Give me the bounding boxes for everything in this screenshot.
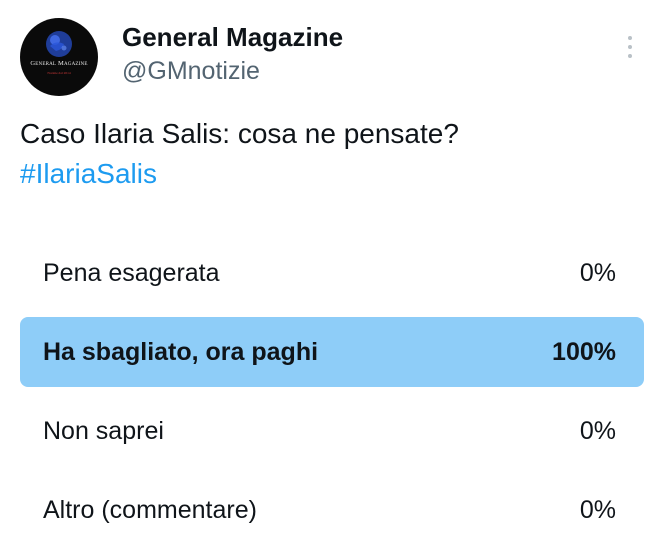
more-vertical-icon	[628, 45, 632, 49]
avatar-logo-text: General Magazine	[30, 60, 88, 67]
more-options-button[interactable]	[618, 32, 642, 62]
poll-option-percent: 100%	[552, 338, 616, 366]
poll-option-label: Non saprei	[43, 417, 164, 445]
poll-option-label: Pena esagerata	[43, 259, 220, 287]
more-vertical-icon	[628, 36, 632, 40]
poll-option: Altro (commentare) 0%	[20, 475, 644, 545]
avatar[interactable]: General Magazine Notizie dal 2014	[20, 18, 98, 96]
poll-option: Ha sbagliato, ora paghi 100%	[20, 317, 644, 387]
tweet-header: General Magazine Notizie dal 2014 Genera…	[20, 18, 642, 98]
poll-option-percent: 0%	[579, 417, 616, 445]
tweet-text: Caso Ilaria Salis: cosa ne pensate? #Ila…	[20, 114, 642, 194]
poll-option-label: Altro (commentare)	[43, 496, 257, 524]
poll-option: Pena esagerata 0%	[20, 238, 644, 308]
poll-option-percent: 0%	[579, 496, 616, 524]
author-display-name[interactable]: General Magazine	[122, 22, 343, 52]
poll-option-label: Ha sbagliato, ora paghi	[43, 338, 319, 366]
hashtag-link[interactable]: #IlariaSalis	[20, 154, 642, 194]
globe-logo-icon	[46, 31, 72, 57]
tweet-body: Caso Ilaria Salis: cosa ne pensate?	[20, 118, 459, 149]
poll: Pena esagerata 0% Ha sbagliato, ora pagh…	[20, 238, 644, 554]
poll-option: Non saprei 0%	[20, 396, 644, 466]
author-handle[interactable]: @GMnotizie	[122, 56, 260, 86]
avatar-logo-subtext: Notizie dal 2014	[47, 71, 71, 75]
poll-option-percent: 0%	[579, 259, 616, 287]
more-vertical-icon	[628, 54, 632, 58]
